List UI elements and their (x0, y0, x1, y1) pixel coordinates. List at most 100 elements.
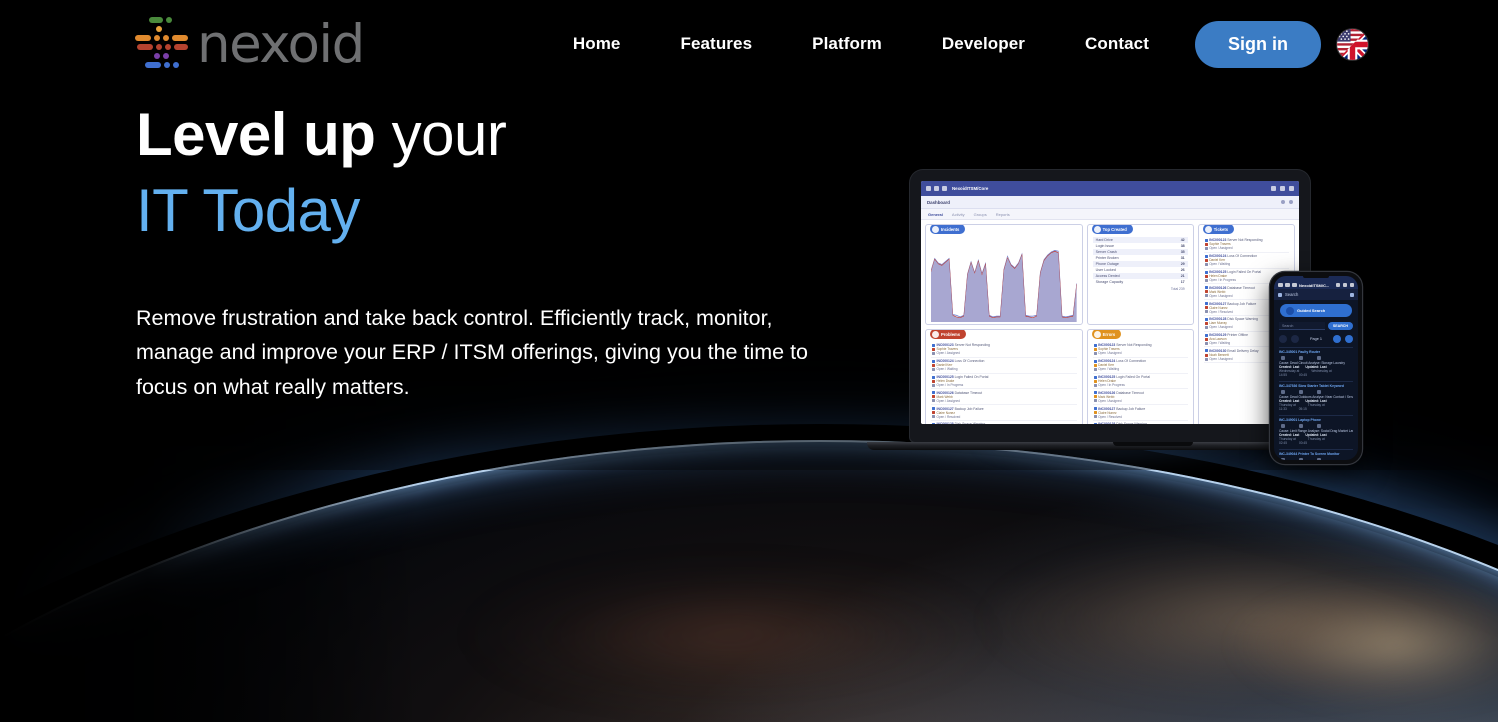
phone-screen-title: Search (1285, 292, 1299, 297)
app-titlebar: NexoidITSM/Core (921, 181, 1299, 196)
hero-section: Level up your IT Today Remove frustratio… (136, 95, 896, 405)
nav-link-developer[interactable]: Developer (912, 34, 1055, 54)
app-tab-2[interactable]: Groups (974, 212, 987, 217)
chart-icon (932, 225, 939, 233)
next-page-button[interactable] (1333, 335, 1341, 343)
search-button[interactable]: SEARCH (1327, 322, 1353, 330)
app-tab-3[interactable]: Reports (996, 212, 1010, 217)
phone-pager: Page 1 (1279, 335, 1353, 343)
star-icon[interactable] (1292, 282, 1297, 288)
app-title: NexoidITSM/Core (952, 186, 989, 191)
list-item[interactable]: INC000127 Backup Job Failure Claire Nune… (931, 405, 1077, 421)
list-item[interactable]: INC-349001 Laptop Phone Cause: Limit Ran… (1279, 415, 1353, 445)
wrench-icon (1093, 330, 1101, 338)
help-icon[interactable] (1335, 282, 1340, 288)
page-root: nexoid Home Features Platform Developer … (0, 0, 1498, 722)
account-icon[interactable] (1349, 282, 1354, 288)
list-item[interactable]: INC000125 Login Failed On Portal Helen D… (1092, 374, 1188, 390)
card-title-incidents: Incidents (930, 225, 966, 234)
alert-icon (932, 330, 939, 338)
problems-list: INC000123 Server Not Responding Sophie T… (931, 342, 1077, 424)
save-icon[interactable] (1350, 292, 1354, 297)
list-item[interactable]: INC000124 Loss Of Connection Daniel Kerr… (1203, 253, 1289, 269)
card-errors[interactable]: Errors INC000123 Server Not Responding S… (1086, 329, 1194, 424)
help-icon[interactable] (1271, 186, 1276, 191)
list-item[interactable]: INC000126 Database Timeout Mark Webb Ope… (931, 389, 1077, 406)
menu-icon[interactable] (926, 186, 931, 191)
ticket-icon (1204, 225, 1212, 233)
list-item[interactable]: INC000123 Server Not Responding Sophie T… (1203, 237, 1289, 253)
breadcrumb-actions (1281, 200, 1293, 204)
search-icon[interactable] (1289, 200, 1293, 204)
menu-icon[interactable] (1278, 282, 1283, 288)
dashboard-grid: Incidents Top Created Hard Drive 42 Login … (921, 220, 1299, 424)
list-item[interactable]: INC-349044 Printer To Screen Monitor Cau… (1279, 449, 1353, 460)
app-tabs: General Activity Groups Reports (921, 209, 1299, 220)
phone-screen: NexoidITSM/C... Search Guided Search Sea… (1274, 276, 1358, 460)
home-icon[interactable] (1278, 292, 1282, 297)
list-item[interactable]: INC000123 Server Not Responding Sophie T… (931, 342, 1077, 358)
phone-search-row: Search SEARCH (1279, 322, 1353, 330)
card-title-problems: Problems (930, 330, 967, 339)
hero-headline-accent: IT Today (136, 176, 360, 244)
card-title-top-created: Top Created (1091, 225, 1133, 234)
notifications-icon[interactable] (1280, 186, 1285, 191)
us-uk-flag-icon[interactable] (1337, 28, 1368, 60)
list-item[interactable]: INC000128 Disk Space Warning Liam Murray… (931, 421, 1077, 424)
cloud-layer-right (1110, 540, 1498, 722)
incidents-area-chart (931, 238, 1077, 322)
list-item[interactable]: INC-345001 Faulty Router Cause: Dead Cir… (1279, 347, 1353, 377)
notifications-icon[interactable] (1342, 282, 1347, 288)
hero-headline-line1: Level up your (136, 95, 896, 175)
list-item[interactable]: INC000126 Database Timeout Mark Webb Ope… (1092, 389, 1188, 406)
list-icon (1093, 225, 1101, 233)
app-breadcrumb-bar: Dashboard (921, 196, 1299, 209)
phone-notch (1303, 274, 1329, 278)
nav-link-home[interactable]: Home (573, 34, 651, 54)
list-item[interactable]: INC000128 Disk Space Warning Liam Murray… (1093, 421, 1188, 424)
list-item[interactable]: INC000127 Backup Job Failure Claire Nune… (1092, 405, 1188, 421)
app-tab-1[interactable]: Activity (952, 212, 965, 217)
list-item[interactable]: INC000123 Server Not Responding Sophie T… (1092, 342, 1188, 358)
laptop-screen: NexoidITSM/Core Dashboard General Activi… (921, 181, 1299, 424)
laptop-mockup: NexoidITSM/Core Dashboard General Activi… (867, 170, 1353, 450)
card-top-created[interactable]: Top Created Hard Drive 42 Login Issue 38 Ser… (1086, 224, 1194, 325)
nexoid-dot-matrix-logo-icon (133, 15, 191, 73)
nav-link-features[interactable]: Features (650, 34, 782, 54)
breadcrumb: Dashboard (927, 199, 950, 205)
hero-headline-bold: Level up (136, 101, 376, 168)
laptop-lid: NexoidITSM/Core Dashboard General Activi… (910, 170, 1310, 442)
star-icon[interactable] (942, 186, 947, 191)
favorite-icon[interactable] (1281, 200, 1285, 204)
nav-link-platform[interactable]: Platform (782, 34, 912, 54)
card-incidents[interactable]: Incidents (925, 224, 1083, 325)
list-item[interactable]: INC000124 Loss Of Connection Daniel Kerr… (931, 358, 1077, 374)
last-page-button[interactable] (1345, 335, 1353, 343)
list-item[interactable]: INC-347536 Slow Starter Tablet Keyword C… (1279, 381, 1353, 411)
sign-in-button[interactable]: Sign in (1195, 20, 1321, 68)
account-icon[interactable] (1289, 186, 1294, 191)
apps-icon[interactable] (1285, 282, 1290, 288)
card-problems[interactable]: Problems INC000123 Server Not Responding… (925, 329, 1083, 424)
list-item[interactable]: INC000124 Loss Of Connection Daniel Kerr… (1092, 358, 1188, 374)
apps-icon[interactable] (934, 186, 939, 191)
phone-screen-header: Search (1274, 289, 1358, 300)
card-title-tickets: Tickets (1202, 225, 1235, 234)
main-navigation: Home Features Platform Developer Contact… (573, 20, 1498, 68)
phone-mockup: NexoidITSM/C... Search Guided Search Sea… (1270, 272, 1362, 464)
list-item[interactable]: INC000125 Login Failed On Portal Helen D… (931, 374, 1077, 390)
first-page-button[interactable] (1291, 335, 1299, 343)
search-icon (1286, 306, 1294, 315)
nav-link-contact[interactable]: Contact (1055, 34, 1179, 54)
site-header: nexoid Home Features Platform Developer … (0, 0, 1498, 88)
logo[interactable]: nexoid (133, 14, 365, 74)
search-input[interactable]: Search (1279, 322, 1325, 330)
guided-search-label: Guided Search (1297, 308, 1326, 313)
laptop-base-notch (1113, 442, 1193, 446)
hero-headline-light: your (391, 101, 507, 168)
phone-app-title: NexoidITSM/C... (1299, 282, 1330, 288)
app-tab-0[interactable]: General (928, 212, 943, 217)
guided-search-button[interactable]: Guided Search (1280, 304, 1352, 317)
prev-page-button[interactable] (1279, 335, 1287, 343)
pager-label: Page 1 (1309, 337, 1323, 341)
